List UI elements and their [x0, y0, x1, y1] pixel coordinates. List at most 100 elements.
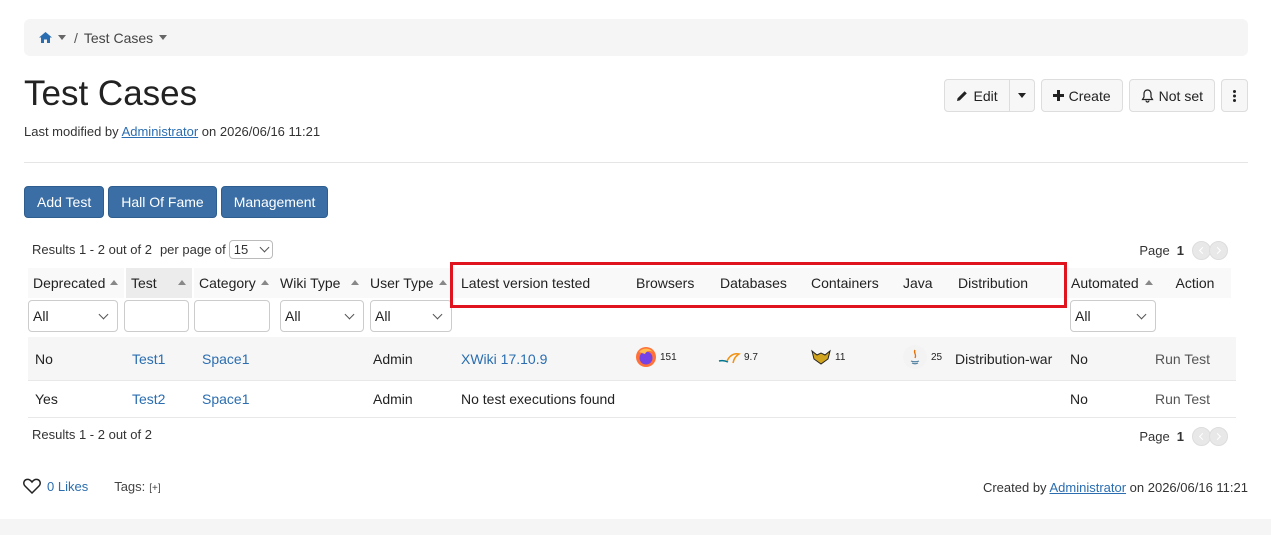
col-browsers[interactable]: Browsers — [631, 268, 715, 298]
page-title: Test Cases — [24, 74, 198, 113]
created-user-link[interactable]: Administrator — [1049, 480, 1126, 495]
run-test-link[interactable]: Run Test — [1155, 391, 1225, 407]
col-label: Automated — [1071, 275, 1139, 291]
cell-databases: 9.7 — [710, 349, 803, 368]
chevron-down-icon — [98, 309, 109, 319]
browser-stat: 151 — [635, 346, 677, 368]
chevron-down-icon[interactable] — [58, 35, 66, 40]
test-cases-table: Deprecated Test Category Wiki Type User … — [28, 268, 1236, 418]
col-test[interactable]: Test — [126, 268, 192, 298]
created-info: Created by Administrator on 2026/06/16 1… — [983, 480, 1248, 495]
results-summary-bottom: Results 1 - 2 out of 2 — [32, 427, 152, 442]
col-category[interactable]: Category — [194, 268, 275, 298]
page-label: Page — [1139, 243, 1170, 258]
sort-icon — [1145, 280, 1153, 285]
edit-button-group: Edit — [944, 79, 1035, 112]
bell-icon — [1141, 88, 1154, 103]
breadcrumb-separator: / — [74, 29, 78, 46]
filter-deprecated-select[interactable]: All — [28, 300, 118, 332]
chevron-down-icon — [1136, 309, 1147, 319]
mysql-icon — [718, 353, 741, 364]
likes-link[interactable]: 0 Likes — [47, 479, 88, 494]
col-label: Browsers — [636, 275, 695, 291]
cell-deprecated: No — [35, 350, 53, 367]
filter-test-cell — [124, 300, 194, 332]
add-tag-link[interactable]: [+] — [149, 483, 160, 494]
cell-java: 25 — [895, 344, 950, 373]
hall-of-fame-button[interactable]: Hall Of Fame — [108, 186, 217, 218]
filter-automated-cell: All — [1070, 300, 1163, 332]
next-page-icon[interactable] — [1209, 241, 1228, 260]
col-deprecated[interactable]: Deprecated — [28, 268, 124, 298]
cell-deprecated: Yes — [35, 391, 58, 407]
filter-automated-select[interactable]: All — [1070, 300, 1156, 332]
heart-icon[interactable] — [23, 478, 41, 494]
create-button[interactable]: Create — [1040, 79, 1123, 112]
per-page-label: per page of — [159, 242, 226, 257]
col-java[interactable]: Java — [898, 268, 953, 298]
cell-containers: 11 — [803, 349, 895, 368]
page-number[interactable]: 1 — [1177, 243, 1184, 258]
cell-user-type: Admin — [373, 350, 413, 367]
col-label: Containers — [811, 275, 879, 291]
firefox-icon — [636, 347, 656, 367]
modified-user-link[interactable]: Administrator — [122, 124, 199, 139]
table-row: Yes Test2 Space1 Admin No test execution… — [28, 381, 1236, 418]
add-test-button[interactable]: Add Test — [24, 186, 105, 218]
col-automated[interactable]: Automated — [1066, 268, 1159, 298]
filter-wiki-type-select[interactable]: All — [280, 300, 364, 332]
category-link[interactable]: Space1 — [195, 391, 285, 407]
filter-category-input[interactable] — [194, 300, 270, 332]
col-label: Databases — [720, 275, 787, 291]
chevron-down-icon[interactable] — [159, 35, 168, 40]
plus-icon — [1052, 90, 1064, 101]
table-header: Deprecated Test Category Wiki Type User … — [28, 268, 1236, 298]
edit-dropdown-button[interactable] — [1009, 79, 1035, 112]
page-label: Page — [1139, 429, 1170, 444]
filter-user-type-select[interactable]: All — [370, 300, 452, 332]
category-link[interactable]: Space1 — [195, 351, 285, 367]
created-date: on 2026/06/16 11:21 — [1129, 480, 1248, 495]
page-footer-left: 0 Likes Tags: [+] — [23, 478, 161, 494]
col-latest-version[interactable]: Latest version tested — [453, 268, 631, 298]
col-databases[interactable]: Databases — [715, 268, 806, 298]
col-action: Action — [1159, 268, 1231, 298]
breadcrumb: / Test Cases — [24, 19, 1248, 56]
filter-value: All — [33, 308, 49, 324]
notifications-button[interactable]: Not set — [1128, 79, 1215, 112]
divider — [24, 162, 1248, 163]
more-actions-button[interactable] — [1221, 79, 1248, 112]
per-page-select[interactable]: 15 — [228, 240, 273, 259]
management-button[interactable]: Management — [220, 186, 329, 218]
col-distribution[interactable]: Distribution — [953, 268, 1066, 298]
home-icon[interactable] — [39, 32, 52, 43]
table-row: No Test1 Space1 Admin XWiki 17.10.9 151 … — [28, 337, 1236, 381]
col-wiki-type[interactable]: Wiki Type — [275, 268, 365, 298]
filter-user-type-cell: All — [370, 300, 1070, 332]
col-user-type[interactable]: User Type — [365, 268, 453, 298]
page-toolbar: Edit Create Not set — [944, 79, 1248, 112]
chevron-down-icon — [344, 309, 355, 319]
filter-value: All — [375, 308, 391, 324]
create-label: Create — [1068, 87, 1111, 104]
col-label: Java — [903, 275, 933, 291]
cell-user-type: Admin — [373, 391, 413, 407]
filter-wiki-type-cell: All — [280, 300, 370, 332]
test-link[interactable]: Test1 — [125, 351, 195, 367]
browsers-count: 151 — [660, 351, 677, 363]
pagination-top: Page 1 — [1139, 241, 1228, 260]
col-containers[interactable]: Containers — [806, 268, 898, 298]
database-stat: 9.7 — [717, 349, 758, 365]
cell-latest-version: No test executions found — [461, 391, 616, 407]
test-link[interactable]: Test2 — [125, 391, 195, 407]
results-count: Results 1 - 2 out of 2 — [32, 242, 152, 257]
sort-icon — [351, 280, 359, 285]
latest-version-link[interactable]: XWiki 17.10.9 — [454, 351, 628, 367]
breadcrumb-current[interactable]: Test Cases — [84, 30, 153, 46]
filter-test-input[interactable] — [124, 300, 189, 332]
edit-button[interactable]: Edit — [944, 79, 1010, 112]
page-number[interactable]: 1 — [1177, 429, 1184, 444]
next-page-icon[interactable] — [1209, 427, 1228, 446]
run-test-link[interactable]: Run Test — [1155, 351, 1225, 367]
notify-label: Not set — [1158, 87, 1203, 104]
